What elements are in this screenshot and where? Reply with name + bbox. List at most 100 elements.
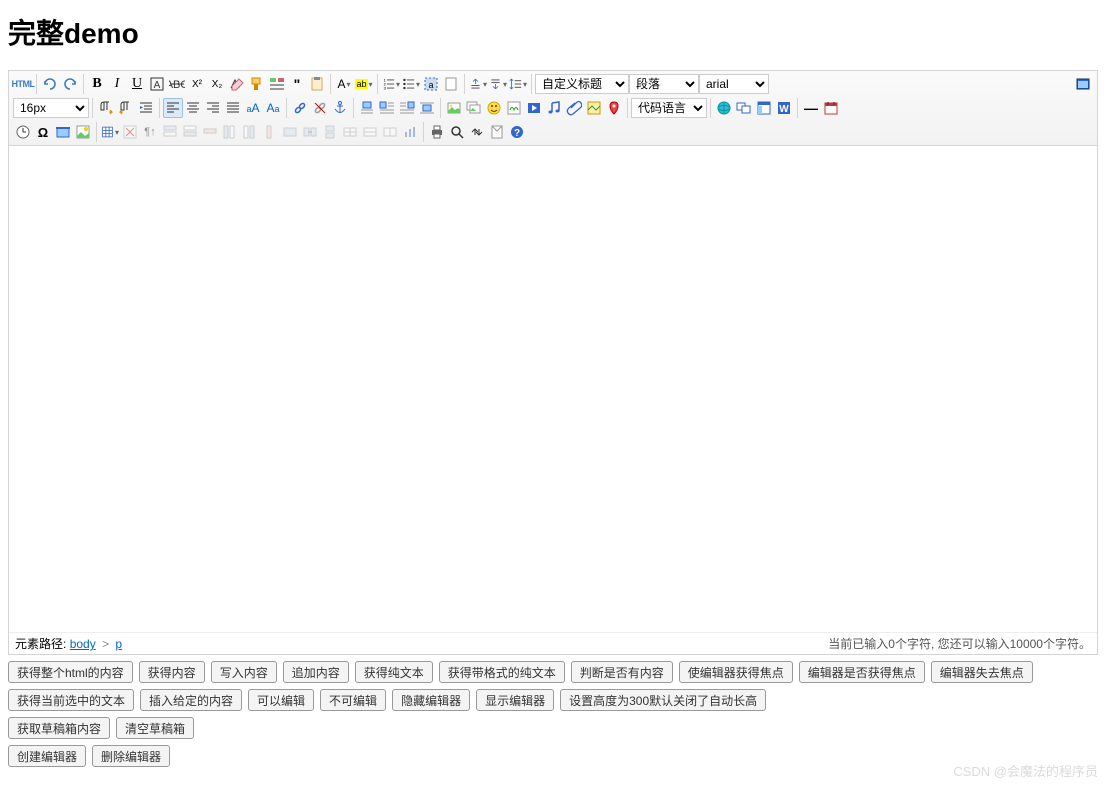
justifyfull-button[interactable] [223,98,243,118]
searchreplace-button[interactable] [467,122,487,142]
underline-button[interactable]: U [127,74,147,94]
action-button[interactable]: 编辑器是否获得焦点 [799,661,925,683]
rowspacing-top-button[interactable]: ▾ [468,74,488,94]
dir-rtl-button[interactable] [116,98,136,118]
action-button[interactable]: 隐藏编辑器 [392,689,470,711]
paragraph-select[interactable]: 段落 [629,74,699,94]
music-button[interactable] [544,98,564,118]
insertrow-below-button[interactable] [180,122,200,142]
imageright-button[interactable] [397,98,417,118]
justifyright-button[interactable] [203,98,223,118]
emotion-button[interactable] [484,98,504,118]
action-button[interactable]: 删除编辑器 [92,745,170,767]
snapscreen-button[interactable] [53,122,73,142]
action-button[interactable]: 获得整个html的内容 [8,661,133,683]
bold-button[interactable]: B [87,74,107,94]
editor-body[interactable] [9,146,1097,632]
autotypeset-button[interactable] [267,74,287,94]
time-button[interactable] [13,122,33,142]
blockquote-button[interactable]: " [287,74,307,94]
crumb-p[interactable]: p [115,637,122,651]
crumb-body[interactable]: body [70,637,96,651]
insertvideo-button[interactable] [524,98,544,118]
indent-button[interactable] [136,98,156,118]
action-button[interactable]: 获得纯文本 [355,661,433,683]
fontsize-select[interactable]: 16px [13,98,89,118]
horizontal-button[interactable]: — [801,98,821,118]
superscript-button[interactable]: X² [187,74,207,94]
date-button[interactable] [821,98,841,118]
deletetable-button[interactable] [120,122,140,142]
italic-button[interactable]: I [107,74,127,94]
wordimage-button[interactable]: W [774,98,794,118]
dir-ltr-button[interactable] [96,98,116,118]
undo-button[interactable] [40,74,60,94]
scrawl-button[interactable] [504,98,524,118]
insertcol-right-button[interactable] [240,122,260,142]
deletecol-button[interactable] [260,122,280,142]
selectall-button[interactable]: a [421,74,441,94]
help-button[interactable]: ? [507,122,527,142]
rowspacing-bottom-button[interactable]: ▾ [488,74,508,94]
pasteplain-button[interactable] [307,74,327,94]
charts-button[interactable] [400,122,420,142]
imageleft-button[interactable] [377,98,397,118]
print-button[interactable] [427,122,447,142]
insertrow-button[interactable] [160,122,180,142]
removeformat-button[interactable] [227,74,247,94]
formatmatch-button[interactable] [247,74,267,94]
touppercase-button[interactable]: aA [243,98,263,118]
custom-style-select[interactable]: 自定义标题 [535,74,629,94]
redo-button[interactable] [60,74,80,94]
action-button[interactable]: 编辑器失去焦点 [931,661,1033,683]
action-button[interactable]: 显示编辑器 [476,689,554,711]
action-button[interactable]: 创建编辑器 [8,745,86,767]
gmap-button[interactable] [604,98,624,118]
splittorows-button[interactable] [360,122,380,142]
action-button[interactable]: 设置高度为300默认关闭了自动长高 [560,689,766,711]
strikethrough-button[interactable]: ABC [167,74,187,94]
action-button[interactable]: 可以编辑 [248,689,314,711]
action-button[interactable]: 判断是否有内容 [571,661,673,683]
insertcol-button[interactable] [220,122,240,142]
action-button[interactable]: 获得带格式的纯文本 [439,661,565,683]
action-button[interactable]: 追加内容 [283,661,349,683]
action-button[interactable]: 清空草稿箱 [116,717,194,739]
splittocells-button[interactable] [340,122,360,142]
subscript-button[interactable]: X₂ [207,74,227,94]
action-button[interactable]: 写入内容 [211,661,277,683]
unordered-list-button[interactable]: ▾ [401,74,421,94]
action-button[interactable]: 获得内容 [139,661,205,683]
spechars-button[interactable]: Ω [33,122,53,142]
deleterow-button[interactable] [200,122,220,142]
action-button[interactable]: 不可编辑 [320,689,386,711]
insertframe-button[interactable] [734,98,754,118]
action-button[interactable]: 使编辑器获得焦点 [679,661,793,683]
map-button[interactable] [584,98,604,118]
fontfamily-select[interactable]: arial [699,74,769,94]
splittocols-button[interactable] [380,122,400,142]
imagecenter-button[interactable] [417,98,437,118]
preview-button[interactable] [447,122,467,142]
source-html-button[interactable]: HTML [13,74,33,94]
ordered-list-button[interactable]: 123▾ [381,74,401,94]
webapp-button[interactable] [714,98,734,118]
lineheight-button[interactable]: ▾ [508,74,528,94]
backcolor-button[interactable]: ab▾ [354,74,374,94]
cleardoc-button[interactable] [441,74,461,94]
imagenone-button[interactable] [357,98,377,118]
action-button[interactable]: 获取草稿箱内容 [8,717,110,739]
insertparagraph-before-button[interactable]: ¶↑ [140,122,160,142]
justifycenter-button[interactable] [183,98,203,118]
unlink-button[interactable] [310,98,330,118]
fullscreen-button[interactable] [1073,74,1093,94]
insertcode-select[interactable]: 代码语言 [631,98,707,118]
template-button[interactable] [754,98,774,118]
action-button[interactable]: 获得当前选中的文本 [8,689,134,711]
fontborder-button[interactable]: A [147,74,167,94]
tolowercase-button[interactable]: Aa [263,98,283,118]
attachment-button[interactable] [564,98,584,118]
action-button[interactable]: 插入给定的内容 [140,689,242,711]
insertimage-button[interactable] [464,98,484,118]
background-button[interactable] [73,122,93,142]
